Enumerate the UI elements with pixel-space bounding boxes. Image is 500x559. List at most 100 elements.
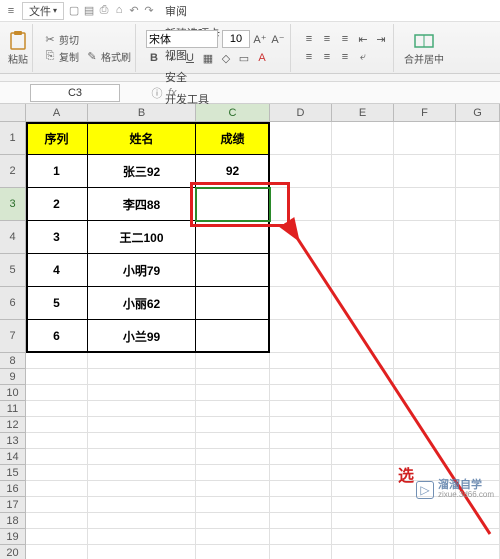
row-header-13[interactable]: 13 xyxy=(0,433,26,449)
fx-help-icon[interactable]: ⓘ xyxy=(150,85,164,101)
clipboard-icon[interactable] xyxy=(8,31,28,51)
cell-F2[interactable] xyxy=(394,155,456,188)
cell-B9[interactable] xyxy=(88,369,196,385)
column-header-E[interactable]: E xyxy=(332,104,394,122)
cell-G3[interactable] xyxy=(456,188,500,221)
cell-B4[interactable]: 王二100 xyxy=(88,221,196,254)
cell-G12[interactable] xyxy=(456,417,500,433)
row-header-1[interactable]: 1 xyxy=(0,122,26,155)
row-header-2[interactable]: 2 xyxy=(0,155,26,188)
cell-A16[interactable] xyxy=(26,481,88,497)
cell-C7[interactable] xyxy=(196,320,270,353)
row-header-14[interactable]: 14 xyxy=(0,449,26,465)
row-header-15[interactable]: 15 xyxy=(0,465,26,481)
cell-E13[interactable] xyxy=(332,433,394,449)
font-size-select[interactable] xyxy=(222,30,250,48)
cell-A11[interactable] xyxy=(26,401,88,417)
cell-A3[interactable]: 2 xyxy=(26,188,88,221)
cell-B12[interactable] xyxy=(88,417,196,433)
row-header-11[interactable]: 11 xyxy=(0,401,26,417)
decrease-font-icon[interactable]: A⁻ xyxy=(270,31,286,47)
cell-B19[interactable] xyxy=(88,529,196,545)
select-all-corner[interactable] xyxy=(0,104,26,122)
cell-F8[interactable] xyxy=(394,353,456,369)
column-header-C[interactable]: C xyxy=(196,104,270,122)
row-header-16[interactable]: 16 xyxy=(0,481,26,497)
cell-C15[interactable] xyxy=(196,465,270,481)
cell-F18[interactable] xyxy=(394,513,456,529)
border-button[interactable]: ▦ xyxy=(200,50,216,66)
cell-E16[interactable] xyxy=(332,481,394,497)
cell-E12[interactable] xyxy=(332,417,394,433)
row-header-12[interactable]: 12 xyxy=(0,417,26,433)
cut-button[interactable]: ✂剪切 xyxy=(43,32,131,47)
cell-B15[interactable] xyxy=(88,465,196,481)
cell-D5[interactable] xyxy=(270,254,332,287)
cell-C10[interactable] xyxy=(196,385,270,401)
cell-D13[interactable] xyxy=(270,433,332,449)
cell-E1[interactable] xyxy=(332,122,394,155)
cell-F1[interactable] xyxy=(394,122,456,155)
cell-D18[interactable] xyxy=(270,513,332,529)
cell-G14[interactable] xyxy=(456,449,500,465)
cell-C8[interactable] xyxy=(196,353,270,369)
cell-G7[interactable] xyxy=(456,320,500,353)
cell-D20[interactable] xyxy=(270,545,332,559)
cell-F20[interactable] xyxy=(394,545,456,559)
cell-G9[interactable] xyxy=(456,369,500,385)
cell-G6[interactable] xyxy=(456,287,500,320)
wrap-text-icon[interactable]: ⤶ xyxy=(355,49,371,65)
shape-button[interactable]: ◇ xyxy=(218,50,234,66)
cell-E11[interactable] xyxy=(332,401,394,417)
row-header-10[interactable]: 10 xyxy=(0,385,26,401)
new-doc-icon[interactable]: ▢ xyxy=(68,4,80,17)
cell-A15[interactable] xyxy=(26,465,88,481)
cell-G19[interactable] xyxy=(456,529,500,545)
cell-A4[interactable]: 3 xyxy=(26,221,88,254)
cell-D8[interactable] xyxy=(270,353,332,369)
cell-A13[interactable] xyxy=(26,433,88,449)
cell-G13[interactable] xyxy=(456,433,500,449)
cell-A5[interactable]: 4 xyxy=(26,254,88,287)
cell-A10[interactable] xyxy=(26,385,88,401)
cell-A14[interactable] xyxy=(26,449,88,465)
cell-B20[interactable] xyxy=(88,545,196,559)
save-icon[interactable]: ⎙ xyxy=(98,4,110,17)
cell-A1[interactable]: 序列 xyxy=(26,122,88,155)
row-header-6[interactable]: 6 xyxy=(0,287,26,320)
italic-button[interactable]: I xyxy=(164,50,180,66)
cell-E18[interactable] xyxy=(332,513,394,529)
row-header-5[interactable]: 5 xyxy=(0,254,26,287)
cell-C12[interactable] xyxy=(196,417,270,433)
indent-right-icon[interactable]: ⇥ xyxy=(373,31,389,47)
cell-F10[interactable] xyxy=(394,385,456,401)
cell-C13[interactable] xyxy=(196,433,270,449)
cell-E20[interactable] xyxy=(332,545,394,559)
fill-color-button[interactable]: ▭ xyxy=(236,50,252,66)
cell-C14[interactable] xyxy=(196,449,270,465)
font-color-button[interactable]: A xyxy=(254,50,270,66)
cell-E17[interactable] xyxy=(332,497,394,513)
row-header-19[interactable]: 19 xyxy=(0,529,26,545)
cell-E4[interactable] xyxy=(332,221,394,254)
open-icon[interactable]: ▤ xyxy=(83,4,95,17)
cell-A8[interactable] xyxy=(26,353,88,369)
cell-B6[interactable]: 小丽62 xyxy=(88,287,196,320)
cell-E9[interactable] xyxy=(332,369,394,385)
fx-label[interactable]: fx xyxy=(168,87,177,99)
row-header-7[interactable]: 7 xyxy=(0,320,26,353)
cell-A18[interactable] xyxy=(26,513,88,529)
cell-B8[interactable] xyxy=(88,353,196,369)
align-bottom-icon[interactable]: ≡ xyxy=(337,31,353,47)
cell-E10[interactable] xyxy=(332,385,394,401)
cell-F9[interactable] xyxy=(394,369,456,385)
cell-A7[interactable]: 6 xyxy=(26,320,88,353)
align-top-icon[interactable]: ≡ xyxy=(301,31,317,47)
cell-G20[interactable] xyxy=(456,545,500,559)
column-header-D[interactable]: D xyxy=(270,104,332,122)
cell-C16[interactable] xyxy=(196,481,270,497)
row-header-20[interactable]: 20 xyxy=(0,545,26,559)
menu-hamburger-icon[interactable]: ≡ xyxy=(0,5,22,17)
cell-D9[interactable] xyxy=(270,369,332,385)
cell-F6[interactable] xyxy=(394,287,456,320)
